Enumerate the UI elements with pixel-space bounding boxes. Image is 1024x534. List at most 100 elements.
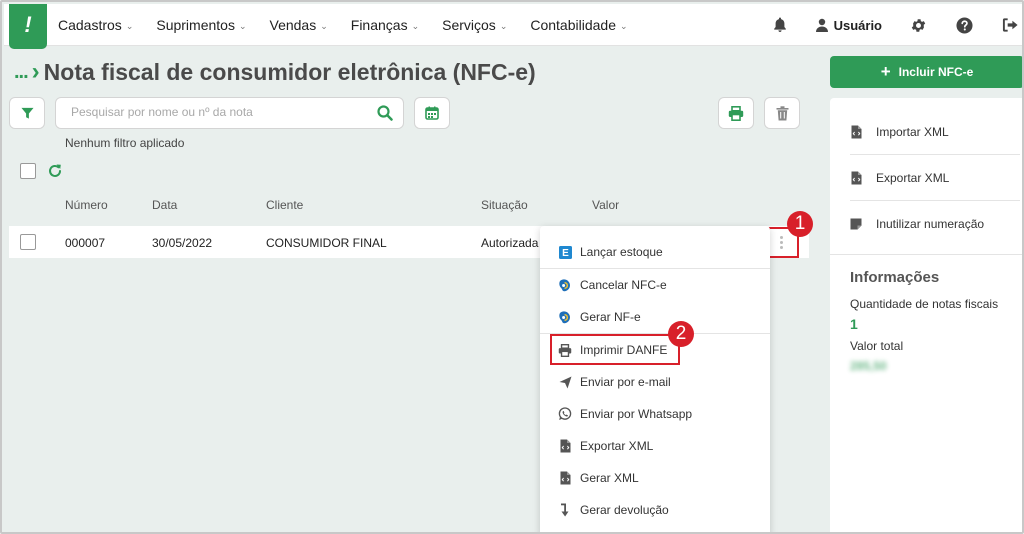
side-item-importar-xml[interactable]: Importar XML [850,109,1020,155]
menu-item-label: Gerar XML [580,471,639,485]
logout-icon[interactable] [1000,15,1020,35]
cell-cliente: CONSUMIDOR FINAL [266,236,387,250]
side-item-label: Importar XML [876,124,949,139]
col-header-numero[interactable]: Número [65,198,108,212]
plus-icon: + [880,62,891,81]
menu-item-label: Gerar devolução [580,503,669,517]
side-panel: Importar XML Exportar XML Inutilizar num… [830,98,1022,532]
menu-item-label: Enviar por Whatsapp [580,407,693,421]
nav-suprimentos[interactable]: Suprimentos ⌄ [156,17,246,33]
page-header: ... › Nota fiscal de consumidor eletrôni… [14,58,536,86]
bell-icon[interactable] [770,15,790,35]
nav-label: Vendas [269,17,317,33]
search-icon[interactable] [377,105,393,124]
return-arrow-icon [558,503,572,517]
nav-servicos[interactable]: Serviços ⌄ [442,17,507,33]
sefaz-icon [558,278,572,292]
funnel-icon [20,107,34,119]
menu-item-label: Lançar estoque [580,245,663,259]
incluir-nfce-label: Incluir NFC-e [898,65,974,79]
page-title: Nota fiscal de consumidor eletrônica (NF… [43,58,536,85]
gear-icon[interactable] [908,15,928,35]
chevron-down-icon: ⌄ [411,20,420,31]
menu-item-gerar-nfe[interactable]: Gerar NF-e [540,302,770,332]
chevron-right-icon: › [31,58,40,85]
nav-vendas[interactable]: Vendas ⌄ [270,17,328,33]
total-value: 285,50 [850,359,887,373]
side-item-label: Inutilizar numeração [876,217,985,231]
print-list-button[interactable] [718,97,754,129]
total-label: Valor total [850,339,904,353]
menu-item-label: Cancelar NFC-e [580,278,667,292]
menu-item-label: Exportar XML [580,439,654,453]
search-input[interactable] [71,105,361,119]
chevron-down-icon: ⌄ [619,20,628,31]
chevron-down-icon: ⌄ [499,20,508,31]
search-box [55,97,404,129]
menu-item-exportar-xml[interactable]: Exportar XML [540,431,770,461]
menu-item-label: Enviar por e-mail [580,375,671,389]
nav-label: Suprimentos [156,17,235,33]
nav-label: Serviços [442,17,496,33]
nav-financas[interactable]: Finanças ⌄ [351,17,419,33]
whatsapp-icon [558,407,572,421]
col-header-situacao[interactable]: Situação [481,198,528,212]
nav-label: Contabilidade [530,17,616,33]
filter-status-text: Nenhum filtro aplicado [65,136,185,150]
cell-data: 30/05/2022 [152,236,213,250]
menu-item-gerar-devolucao[interactable]: Gerar devolução [540,495,770,525]
sefaz-icon [558,310,572,324]
xml-file-icon [850,125,862,139]
note-icon [850,218,862,230]
info-title: Informações [850,269,940,286]
send-icon [558,375,572,389]
chevron-down-icon: ⌄ [125,20,134,31]
menu-item-enviar-email[interactable]: Enviar por e-mail [540,367,770,397]
side-item-inutilizar-numeracao[interactable]: Inutilizar numeração [850,201,1020,247]
app-frame: ! Cadastros ⌄ Suprimentos ⌄ Vendas ⌄ Finanç… [0,0,1024,534]
row-checkbox[interactable] [20,234,36,250]
refresh-icon[interactable] [47,163,65,181]
main-menu: Cadastros ⌄ Suprimentos ⌄ Vendas ⌄ Finanças… [58,4,651,46]
menu-item-gerar-xml[interactable]: Gerar XML [540,463,770,493]
menu-item-enviar-whatsapp[interactable]: Enviar por Whatsapp [540,399,770,429]
nav-label: Cadastros [58,17,122,33]
cell-situacao: Autorizada [481,236,539,250]
calendar-icon [425,106,439,120]
nav-contabilidade[interactable]: Contabilidade ⌄ [530,17,627,33]
select-all-checkbox[interactable] [20,163,36,179]
col-header-valor[interactable]: Valor [592,198,619,212]
trash-icon [776,105,788,120]
printer-icon [728,105,744,121]
chevron-down-icon: ⌄ [238,20,247,31]
menu-item-label: Gerar NF-e [580,310,641,324]
col-header-cliente[interactable]: Cliente [266,198,303,212]
filter-button[interactable] [9,97,45,129]
menu-item-lancar-estoque[interactable]: E Lançar estoque [540,237,770,267]
side-item-label: Exportar XML [876,170,950,185]
menu-item-cancelar-nfce[interactable]: Cancelar NFC-e [540,270,770,300]
incluir-nfce-button[interactable]: + Incluir NFC-e [830,56,1022,88]
top-right-actions: Usuário [770,4,1022,46]
qty-label: Quantidade de notas fiscais [850,297,999,311]
svg-text:E: E [562,248,569,259]
nav-cadastros[interactable]: Cadastros ⌄ [58,17,133,33]
side-item-exportar-xml[interactable]: Exportar XML [850,155,1020,201]
xml-file-icon [558,439,572,453]
annotation-badge-2: 2 [668,321,694,347]
app-logo[interactable]: ! [9,4,47,49]
chevron-down-icon: ⌄ [320,20,328,31]
annotation-badge-1: 1 [787,211,813,237]
xml-file-icon [558,471,572,485]
delete-button[interactable] [764,97,800,129]
row-actions-menu: E Lançar estoque Cancelar NFC-e Gerar NF… [540,226,770,532]
menu-divider [540,268,770,269]
col-header-data[interactable]: Data [152,198,177,212]
date-filter-button[interactable] [414,97,450,129]
breadcrumb-ellipsis[interactable]: ... [14,61,29,84]
nav-label: Finanças [350,17,408,33]
xml-file-icon [850,171,862,185]
help-icon[interactable] [954,15,974,35]
cell-numero: 000007 [65,236,106,250]
user-menu[interactable]: Usuário [812,15,882,35]
